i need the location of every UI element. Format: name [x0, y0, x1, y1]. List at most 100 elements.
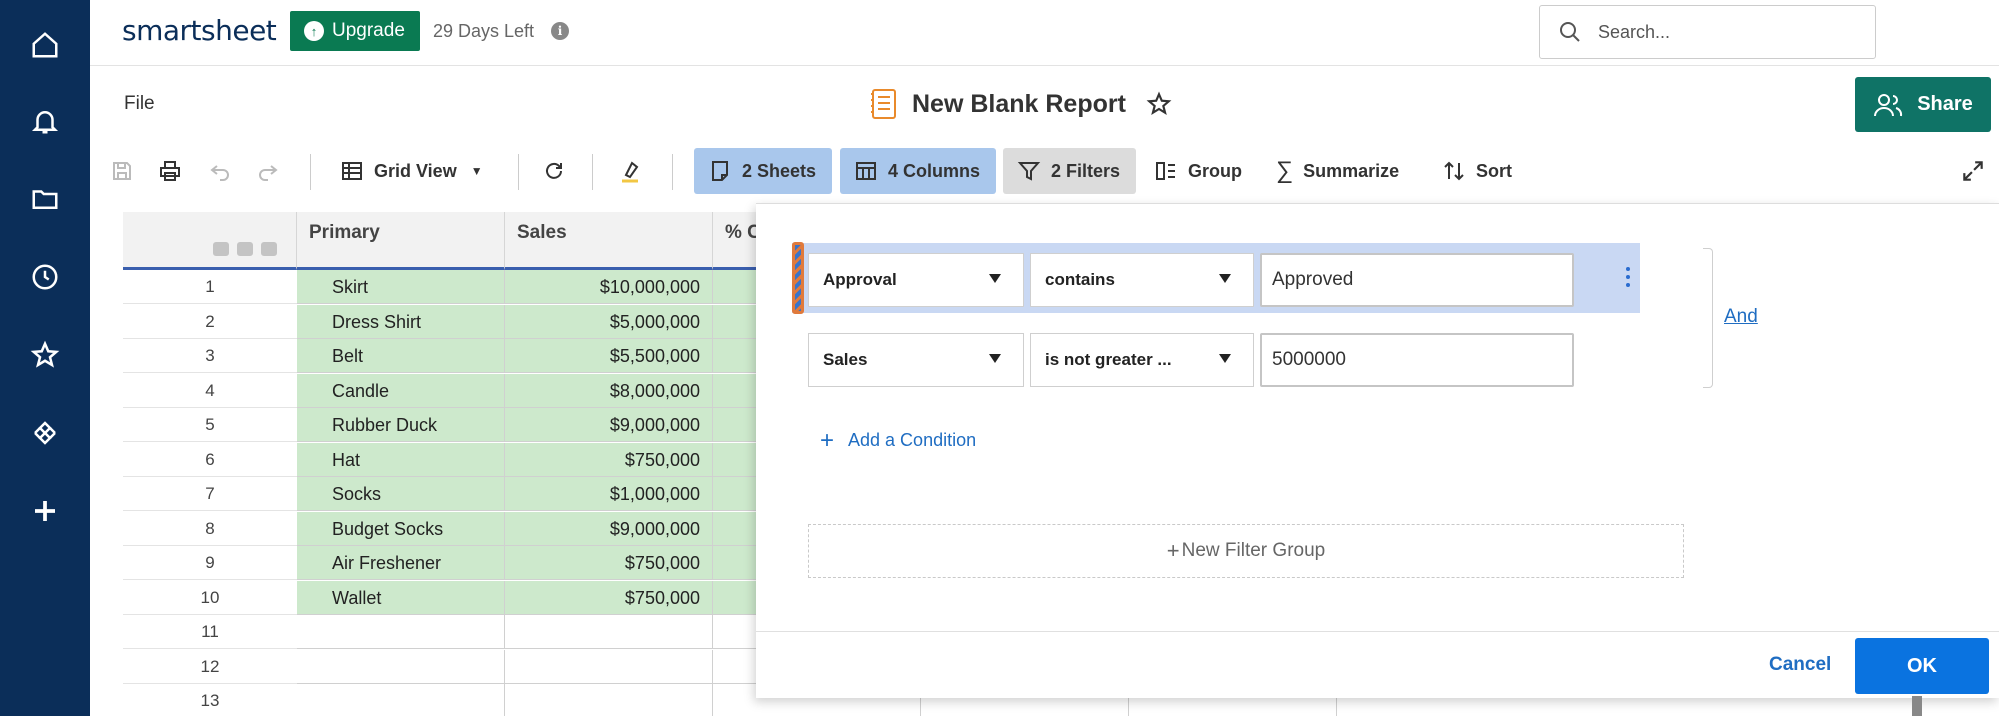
- row-number[interactable]: 9: [123, 546, 297, 580]
- row-number[interactable]: 4: [123, 374, 297, 408]
- caret-down-icon: [989, 274, 1001, 283]
- caret-down-icon: [989, 354, 1001, 363]
- print-icon[interactable]: [158, 148, 182, 194]
- expand-icon[interactable]: [1960, 158, 1986, 184]
- proof-icon: [261, 242, 277, 256]
- row-number[interactable]: 10: [123, 581, 297, 615]
- condition-1-operator-dropdown[interactable]: contains: [1030, 253, 1254, 307]
- cell-primary[interactable]: Budget Socks: [297, 511, 505, 546]
- cell-sales[interactable]: $1,000,000: [505, 477, 713, 511]
- condition-2-operator-dropdown[interactable]: is not greater ...: [1030, 333, 1254, 387]
- sort-button[interactable]: Sort: [1442, 148, 1512, 194]
- page-title[interactable]: New Blank Report: [912, 90, 1126, 119]
- home-icon[interactable]: [22, 22, 68, 68]
- summarize-button[interactable]: ∑ Summarize: [1276, 148, 1399, 194]
- condition-2-value-input[interactable]: 5000000: [1260, 333, 1574, 387]
- condition-2-operator: is not greater ...: [1045, 350, 1172, 369]
- highlight-icon[interactable]: [618, 148, 642, 194]
- cell-primary[interactable]: Candle: [297, 373, 505, 408]
- group-button[interactable]: Group: [1154, 148, 1242, 194]
- undo-icon[interactable]: [208, 148, 232, 194]
- clock-icon[interactable]: [22, 254, 68, 300]
- add-condition-label: Add a Condition: [848, 430, 977, 450]
- cell-sales[interactable]: [505, 649, 713, 684]
- row-number[interactable]: 7: [123, 477, 297, 511]
- cell-primary[interactable]: Skirt: [297, 270, 505, 304]
- star-icon[interactable]: [22, 332, 68, 378]
- cell-primary[interactable]: Belt: [297, 339, 505, 373]
- row-number[interactable]: 8: [123, 512, 297, 546]
- new-filter-group-button[interactable]: + New Filter Group: [808, 524, 1684, 578]
- favorite-star-icon[interactable]: [1146, 91, 1172, 117]
- plus-icon[interactable]: [22, 488, 68, 534]
- cell-primary[interactable]: Rubber Duck: [297, 408, 505, 442]
- share-button[interactable]: Share: [1855, 77, 1991, 132]
- upgrade-button[interactable]: ↑ Upgrade: [290, 11, 420, 51]
- row-number[interactable]: 11: [123, 615, 297, 649]
- row-number[interactable]: 12: [123, 650, 297, 684]
- cell-sales[interactable]: $750,000: [505, 442, 713, 477]
- bell-icon[interactable]: [22, 98, 68, 144]
- logic-and-link[interactable]: And: [1724, 306, 1758, 328]
- redo-icon[interactable]: [256, 148, 280, 194]
- cell-primary[interactable]: Air Freshener: [297, 546, 505, 580]
- logic-bracket: [1703, 248, 1713, 388]
- row-number[interactable]: 1: [123, 270, 297, 304]
- search-input[interactable]: Search...: [1539, 5, 1876, 59]
- cell-sales[interactable]: [505, 684, 713, 716]
- smartsheet-logo[interactable]: smartsheet: [122, 14, 277, 47]
- scrollbar-thumb[interactable]: [1912, 696, 1922, 716]
- cell-primary[interactable]: Hat: [297, 442, 505, 477]
- cell-primary[interactable]: [297, 684, 505, 716]
- refresh-icon[interactable]: [542, 148, 566, 194]
- drag-handle[interactable]: [792, 242, 804, 314]
- file-menu[interactable]: File: [124, 93, 155, 115]
- cell-sales[interactable]: $5,500,000: [505, 339, 713, 373]
- sort-label: Sort: [1476, 160, 1512, 181]
- caret-down-icon: ▼: [470, 164, 483, 178]
- cell-sales[interactable]: $750,000: [505, 580, 713, 615]
- row-number[interactable]: 5: [123, 408, 297, 442]
- cell-primary[interactable]: Wallet: [297, 580, 505, 615]
- cancel-button[interactable]: Cancel: [1769, 654, 1831, 676]
- column-header-primary[interactable]: Primary: [297, 212, 505, 270]
- plus-icon: +: [1166, 538, 1180, 563]
- cell-sales[interactable]: $750,000: [505, 546, 713, 580]
- cell-primary[interactable]: [297, 649, 505, 684]
- ok-button[interactable]: OK: [1855, 638, 1989, 694]
- cell-sales[interactable]: $5,000,000: [505, 304, 713, 339]
- save-icon[interactable]: [110, 148, 134, 194]
- cell-sales[interactable]: [505, 615, 713, 649]
- row-number[interactable]: 6: [123, 443, 297, 477]
- grid-view-dropdown[interactable]: Grid View ▼: [340, 148, 483, 194]
- report-title-area: New Blank Report: [870, 88, 1172, 120]
- row-number[interactable]: 13: [123, 684, 297, 716]
- summarize-label: Summarize: [1303, 160, 1400, 181]
- cell-primary[interactable]: [297, 615, 505, 649]
- toolbar-divider: [518, 154, 519, 190]
- filter-panel: Approval contains Approved Sales is not …: [756, 203, 1999, 698]
- row-number[interactable]: 3: [123, 339, 297, 373]
- cell-sales[interactable]: $9,000,000: [505, 408, 713, 442]
- condition-1-value-input[interactable]: Approved: [1260, 253, 1574, 307]
- add-condition-button[interactable]: + Add a Condition: [820, 428, 977, 452]
- column-header-sales[interactable]: Sales: [505, 212, 713, 270]
- cell-sales[interactable]: $8,000,000: [505, 373, 713, 408]
- info-icon[interactable]: i: [551, 22, 569, 40]
- condition-1-menu-icon[interactable]: [1618, 262, 1638, 292]
- left-nav: [0, 0, 90, 716]
- condition-1-field-dropdown[interactable]: Approval: [808, 253, 1024, 307]
- columns-button[interactable]: 4 Columns: [840, 148, 997, 194]
- row-number[interactable]: 2: [123, 305, 297, 339]
- condition-1-field: Approval: [823, 270, 897, 289]
- sheets-button[interactable]: 2 Sheets: [694, 148, 833, 194]
- cell-sales[interactable]: $10,000,000: [505, 270, 713, 304]
- cell-sales[interactable]: $9,000,000: [505, 511, 713, 546]
- cell-primary[interactable]: Dress Shirt: [297, 304, 505, 339]
- cell-primary[interactable]: Socks: [297, 477, 505, 511]
- condition-2-field-dropdown[interactable]: Sales: [808, 333, 1024, 387]
- folder-icon[interactable]: [22, 176, 68, 222]
- solutions-icon[interactable]: [22, 410, 68, 456]
- upgrade-label: Upgrade: [332, 20, 405, 41]
- filters-button[interactable]: 2 Filters: [1003, 148, 1137, 194]
